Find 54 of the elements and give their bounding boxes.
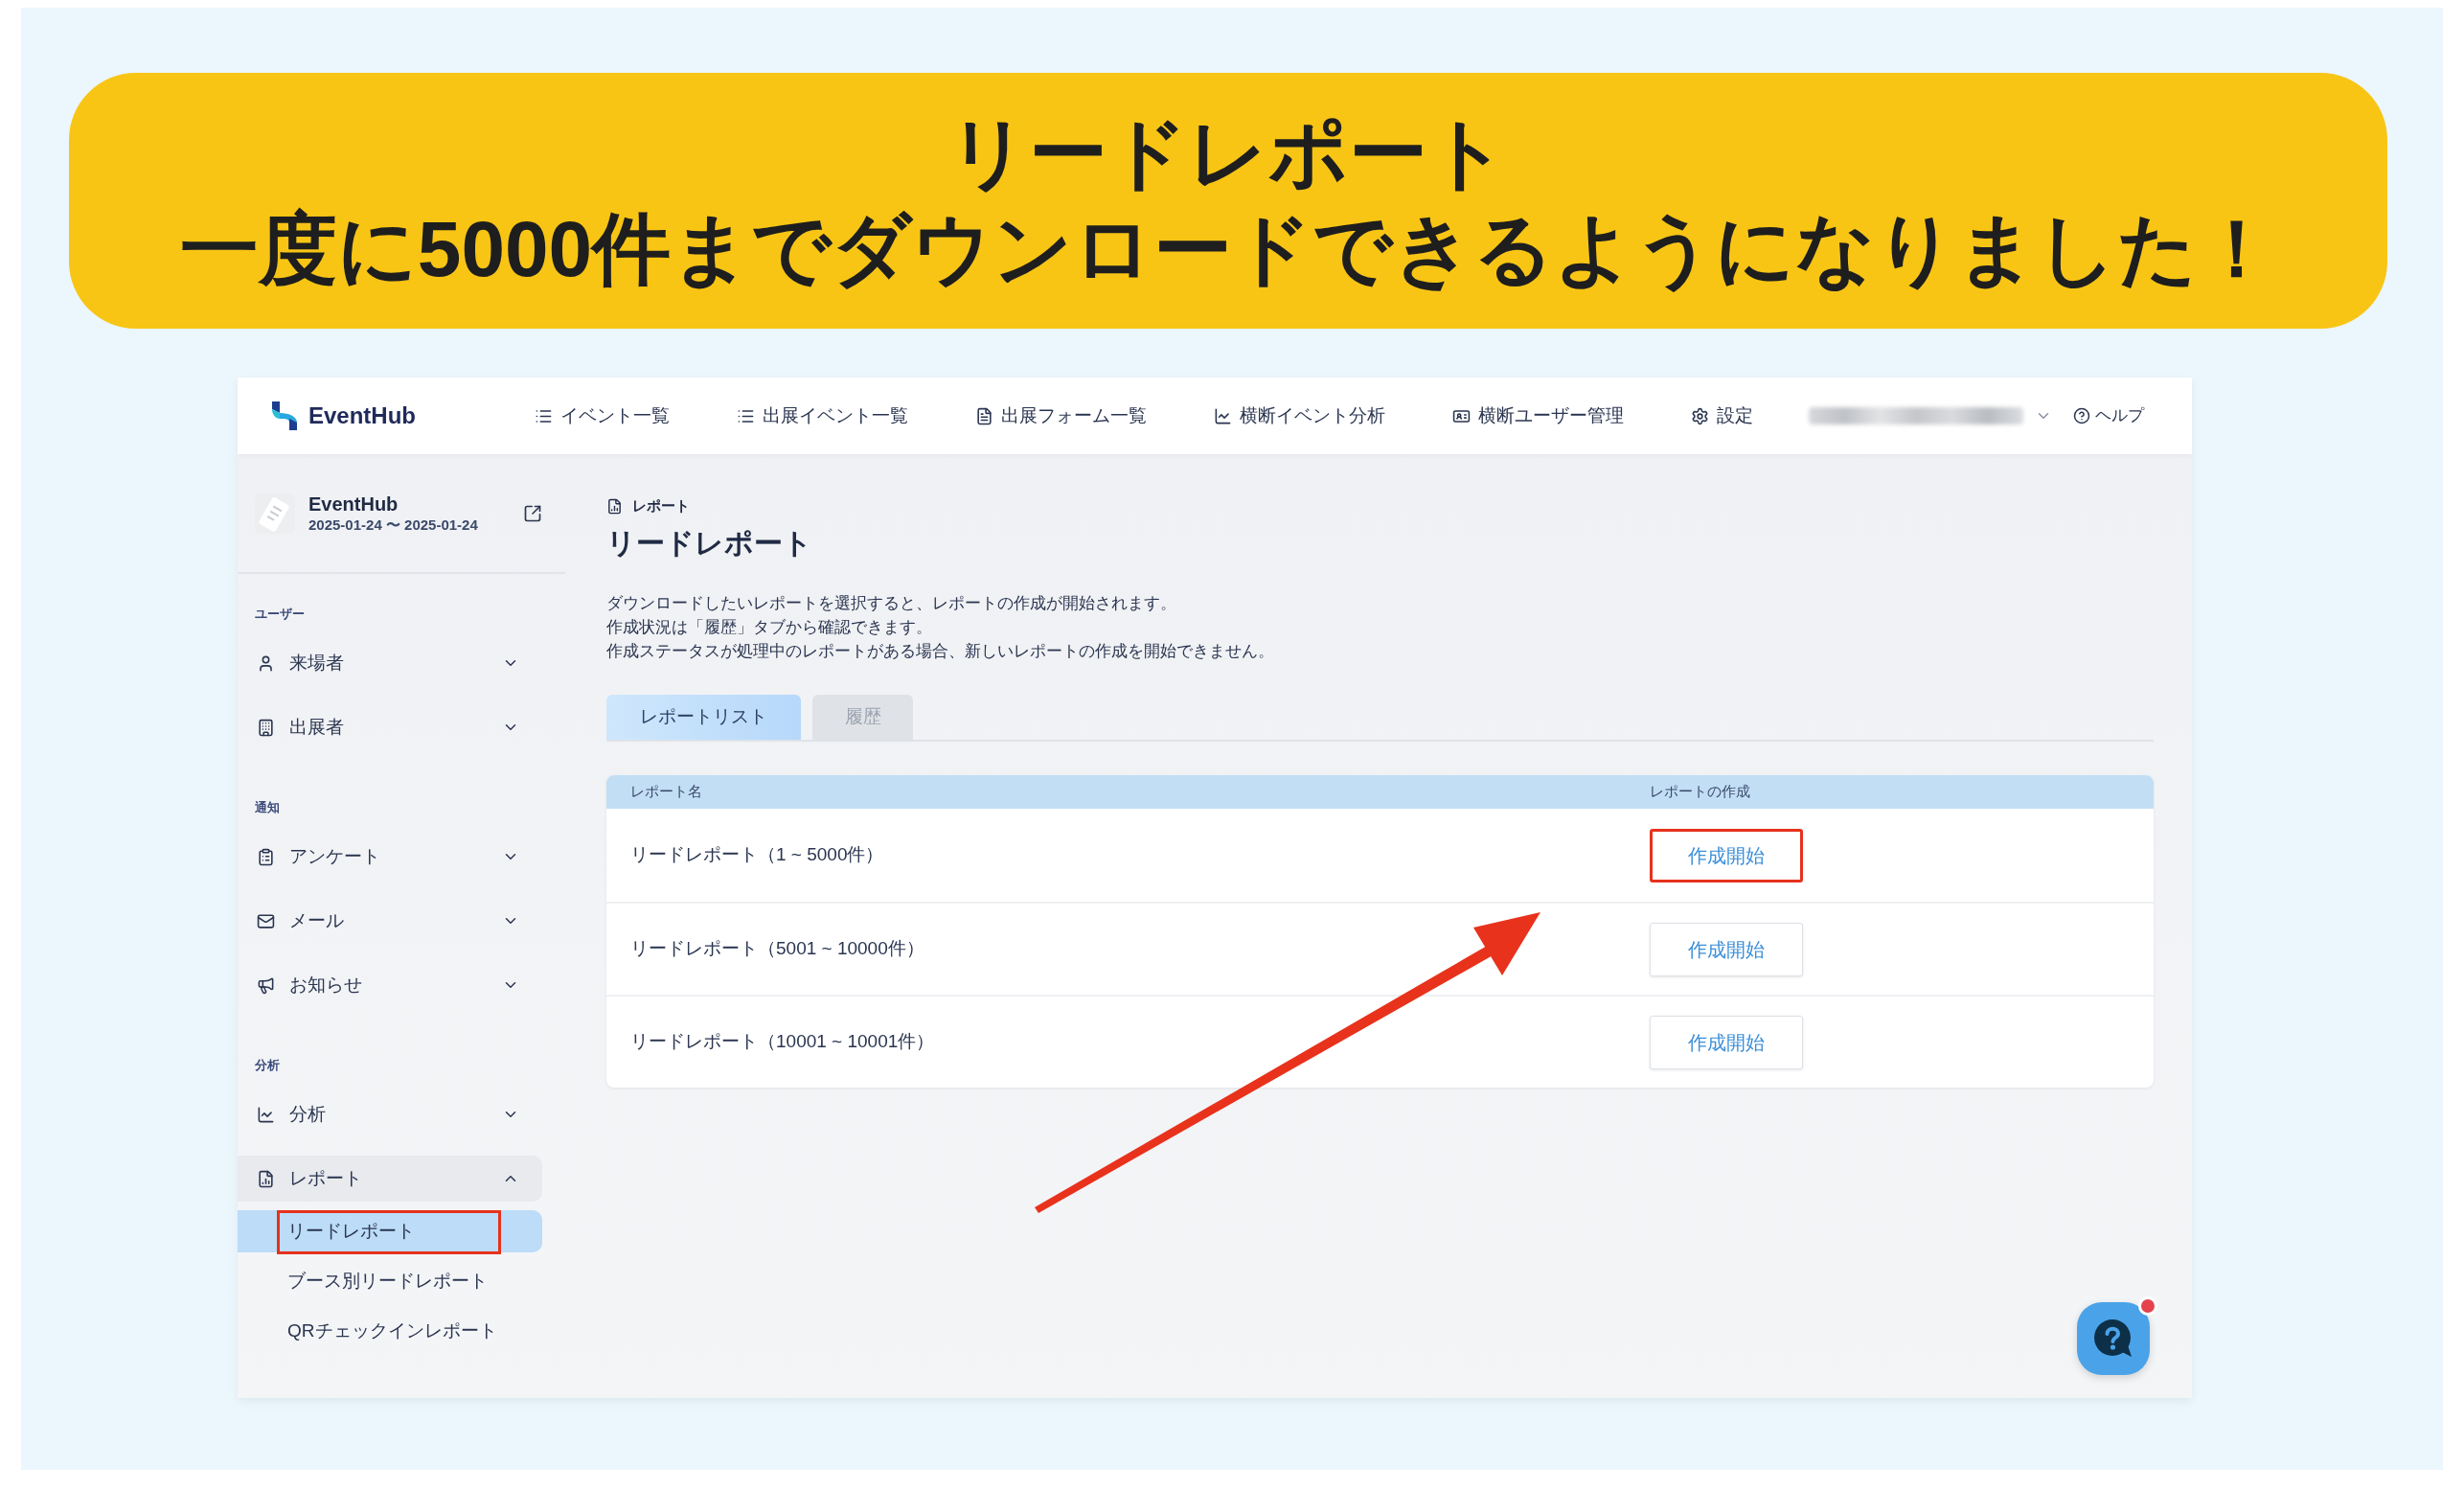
sidebar-item[interactable]: レポート (238, 1156, 542, 1202)
page-title: リードレポート (606, 529, 813, 558)
description-text: 作成状況は「履歴」タブから確認できます。 (606, 617, 933, 638)
user-icon (257, 653, 275, 673)
question-bubble-icon (2093, 1318, 2133, 1359)
sidebar-item[interactable]: アンケート (238, 834, 542, 880)
help-chat-button[interactable] (2077, 1302, 2150, 1375)
sidebar-item[interactable]: 分析 (238, 1091, 542, 1137)
sidebar-item[interactable]: 来場者 (238, 640, 542, 686)
description-text: 作成ステータスが処理中のレポートがある場合、新しいレポートの作成を開始できません。 (606, 641, 1275, 662)
report-name: リードレポート（10001 ~ 10001件） (629, 1030, 936, 1054)
report-file-icon (257, 1169, 275, 1188)
column-header: レポートの作成 (1650, 782, 1751, 802)
report-name: リードレポート（5001 ~ 10000件） (629, 937, 925, 961)
nav-link[interactable]: 横断ユーザー管理 (1452, 401, 1624, 430)
clipboard-icon (257, 847, 275, 866)
megaphone-icon (257, 975, 275, 995)
line-chart-icon (257, 1105, 275, 1124)
settings-icon (1691, 406, 1709, 425)
banner-subtitle: 一度に5000件までダウンロードできるようになりました！ (179, 203, 2277, 294)
description-text: ダウンロードしたいレポートを選択すると、レポートの作成が開始されます。 (606, 593, 1177, 614)
tab[interactable]: レポートリスト (606, 695, 801, 740)
line-chart-icon (1214, 406, 1232, 425)
sidebar-subitem[interactable]: リードレポート (238, 1210, 542, 1252)
building-icon (257, 718, 275, 737)
banner-title: リードレポート (948, 107, 1508, 198)
external-link-icon[interactable] (523, 504, 542, 523)
start-button[interactable]: 作成開始 (1650, 922, 1803, 976)
sidebar-item[interactable]: お知らせ (238, 962, 542, 1008)
event-name: EventHub (308, 493, 399, 516)
report-name: リードレポート（1 ~ 5000件） (629, 843, 885, 867)
nav-link[interactable]: 横断イベント分析 (1214, 401, 1385, 430)
help-link[interactable]: ヘルプ (2073, 403, 2144, 428)
report-file-icon (606, 497, 623, 515)
breadcrumb[interactable]: レポート (632, 494, 690, 517)
column-header: レポート名 (629, 782, 703, 802)
mail-icon (257, 911, 275, 930)
nav-link[interactable]: イベント一覧 (535, 401, 670, 430)
sidebar-subitem[interactable]: QRチェックインレポート (238, 1310, 542, 1352)
sidebar-item[interactable]: メール (238, 898, 542, 944)
section-heading: 通知 (254, 799, 281, 817)
nav-link[interactable]: 出展フォーム一覧 (975, 401, 1147, 430)
help-icon (2073, 407, 2090, 424)
start-button[interactable]: 作成開始 (1650, 1015, 1803, 1069)
document-icon (975, 406, 993, 425)
nav-link[interactable]: 設定 (1691, 401, 1753, 430)
sidebar-item[interactable]: 出展者 (238, 704, 542, 750)
event-dates: 2025-01-24 〜 2025-01-24 (308, 516, 479, 535)
start-button[interactable]: 作成開始 (1650, 828, 1803, 883)
sidebar-subitem[interactable]: ブース別リードレポート (238, 1260, 542, 1302)
section-heading: 分析 (254, 1057, 281, 1075)
section-heading: ユーザー (254, 606, 306, 624)
nav-link[interactable]: 出展イベント一覧 (737, 401, 908, 430)
logo-text[interactable]: EventHub (308, 399, 416, 433)
